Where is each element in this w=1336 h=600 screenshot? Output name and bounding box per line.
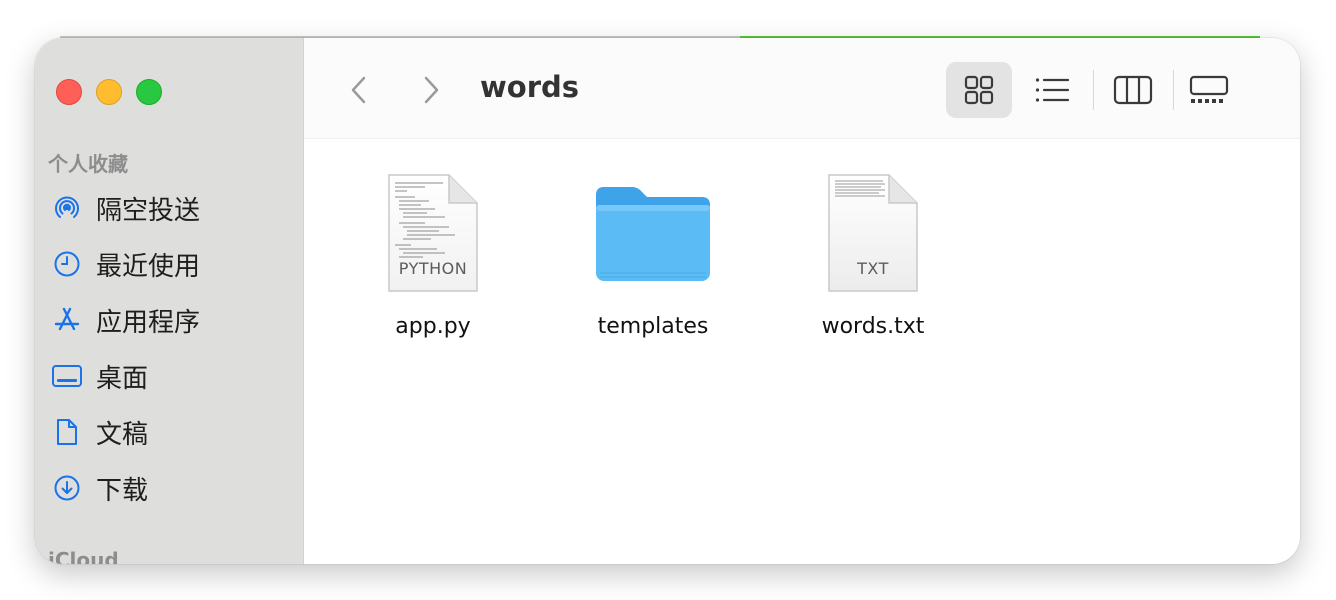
window-title: words bbox=[480, 70, 580, 104]
document-icon bbox=[51, 416, 83, 448]
columns-icon bbox=[1113, 75, 1153, 105]
sidebar-item-label: 文稿 bbox=[96, 419, 149, 450]
sidebar-item-recents[interactable]: 最近使用 bbox=[51, 244, 291, 284]
toolbar-divider bbox=[1173, 70, 1174, 110]
sidebar-item-desktop[interactable]: 桌面 bbox=[51, 356, 291, 396]
file-name: words.txt bbox=[821, 314, 925, 339]
file-type-tag: PYTHON bbox=[398, 259, 468, 278]
folder-graphic bbox=[596, 187, 710, 281]
grid-icon bbox=[964, 75, 994, 105]
text-file-icon: TXT bbox=[808, 168, 938, 298]
sidebar-item-label: 最近使用 bbox=[96, 251, 201, 282]
sidebar-item-applications[interactable]: 应用程序 bbox=[51, 300, 291, 340]
file-item-templates[interactable]: templates bbox=[578, 168, 728, 339]
sidebar-item-downloads[interactable]: 下载 bbox=[51, 468, 291, 508]
zoom-button[interactable] bbox=[136, 79, 162, 105]
chevron-left-icon bbox=[351, 76, 366, 104]
sidebar-section-icloud: iCloud bbox=[48, 548, 119, 564]
file-item-words-txt[interactable]: TXT words.txt bbox=[798, 168, 948, 339]
minimize-button[interactable] bbox=[96, 79, 122, 105]
back-button[interactable] bbox=[341, 72, 377, 108]
icon-view-button[interactable] bbox=[946, 62, 1012, 118]
folder-icon bbox=[588, 168, 718, 298]
main-content: words PYTHON app.py templates TXT words.… bbox=[304, 38, 1300, 564]
gallery-view-button[interactable] bbox=[1186, 62, 1232, 118]
toolbar-divider bbox=[1093, 70, 1094, 110]
file-name: app.py bbox=[395, 314, 471, 339]
airdrop-icon bbox=[51, 192, 83, 224]
clock-icon bbox=[51, 248, 83, 280]
sidebar: 个人收藏 隔空投送 最近使用 应用程序 桌面 文稿 下载 iCloud bbox=[35, 38, 304, 564]
finder-window: 个人收藏 隔空投送 最近使用 应用程序 桌面 文稿 下载 iCloud word… bbox=[35, 38, 1300, 564]
sidebar-item-airdrop[interactable]: 隔空投送 bbox=[51, 188, 291, 228]
list-view-button[interactable] bbox=[1029, 62, 1075, 118]
file-name: templates bbox=[597, 314, 709, 339]
list-icon bbox=[1035, 78, 1070, 102]
desktop-icon bbox=[51, 360, 83, 392]
gallery-icon bbox=[1189, 75, 1229, 103]
sidebar-item-label: 下载 bbox=[96, 475, 149, 506]
sidebar-item-label: 桌面 bbox=[96, 363, 149, 394]
sidebar-item-documents[interactable]: 文稿 bbox=[51, 412, 291, 452]
column-view-button[interactable] bbox=[1110, 62, 1156, 118]
toolbar: words bbox=[304, 38, 1300, 139]
file-item-app-py[interactable]: PYTHON app.py bbox=[358, 168, 508, 339]
close-button[interactable] bbox=[56, 79, 82, 105]
sidebar-item-label: 应用程序 bbox=[96, 307, 201, 338]
sidebar-item-label: 隔空投送 bbox=[96, 195, 201, 226]
download-icon bbox=[51, 472, 83, 504]
chevron-right-icon bbox=[424, 76, 439, 104]
file-type-tag: TXT bbox=[857, 259, 889, 278]
sidebar-section-favorites: 个人收藏 bbox=[48, 152, 128, 176]
python-file-icon: PYTHON bbox=[368, 168, 498, 298]
applications-icon bbox=[51, 304, 83, 336]
forward-button[interactable] bbox=[413, 72, 449, 108]
